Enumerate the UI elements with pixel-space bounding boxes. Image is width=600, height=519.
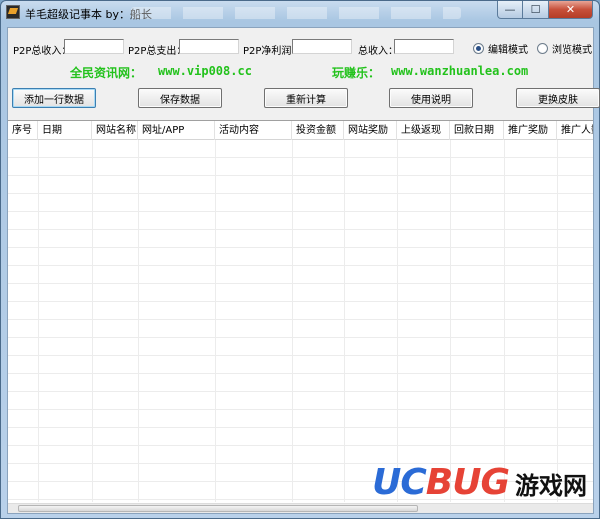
p2p-expense-input[interactable] <box>179 39 239 54</box>
data-grid[interactable]: 序号 日期 网站名称 网址/APP 活动内容 投资金额 网站奖励 上级返现 回款… <box>8 120 593 513</box>
column-divider <box>38 140 39 502</box>
window-controls: — ☐ ✕ <box>497 1 593 19</box>
promo-left-url[interactable]: www.vip008.cc <box>158 64 252 78</box>
edit-mode-label: 编辑模式 <box>488 45 528 56</box>
change-skin-button[interactable]: 更换皮肤 <box>516 88 600 108</box>
column-divider <box>557 140 558 502</box>
p2p-expense-label: P2P总支出： <box>128 46 187 57</box>
column-header[interactable]: 上级返现 <box>397 121 450 140</box>
column-divider <box>450 140 451 502</box>
column-header[interactable]: 网站名称 <box>92 121 138 140</box>
app-window: 羊毛超级记事本 by：船长 — ☐ ✕ P2P总收入： P2P总支出： P2P净… <box>0 0 600 519</box>
recalculate-button[interactable]: 重新计算 <box>264 88 348 108</box>
horizontal-scrollbar[interactable] <box>8 503 593 513</box>
minimize-button[interactable]: — <box>497 1 523 19</box>
p2p-income-input[interactable] <box>64 39 124 54</box>
radio-unselected-icon <box>537 43 548 54</box>
column-header[interactable]: 推广奖励 <box>504 121 557 140</box>
column-divider <box>344 140 345 502</box>
column-header[interactable]: 投资金额 <box>292 121 344 140</box>
promo-left-name: 全民资讯网： <box>70 66 143 80</box>
column-header[interactable]: 序号 <box>8 121 38 140</box>
grid-header: 序号 日期 网站名称 网址/APP 活动内容 投资金额 网站奖励 上级返现 回款… <box>8 121 593 140</box>
watermark-logo: UC BUG 游戏网 <box>372 462 587 503</box>
column-divider <box>138 140 139 502</box>
grid-rows[interactable] <box>8 140 593 502</box>
column-header[interactable]: 活动内容 <box>215 121 292 140</box>
browse-mode-radio[interactable]: 浏览模式 <box>537 41 592 56</box>
column-header[interactable]: 网址/APP <box>138 121 215 140</box>
radio-selected-icon <box>473 43 484 54</box>
maximize-button[interactable]: ☐ <box>523 1 549 19</box>
column-header[interactable]: 回款日期 <box>450 121 504 140</box>
title-bar-blur <box>131 7 461 19</box>
scrollbar-thumb[interactable] <box>18 505 418 512</box>
p2p-profit-input[interactable] <box>292 39 352 54</box>
edit-mode-radio[interactable]: 编辑模式 <box>473 41 528 56</box>
promo-right-name: 玩赚乐： <box>332 66 381 80</box>
column-divider <box>92 140 93 502</box>
promo-right-url[interactable]: www.wanzhuanlea.com <box>391 64 528 78</box>
browse-mode-label: 浏览模式 <box>552 45 592 56</box>
p2p-income-label: P2P总收入： <box>13 46 72 57</box>
close-button[interactable]: ✕ <box>549 1 593 19</box>
column-divider <box>504 140 505 502</box>
column-divider <box>215 140 216 502</box>
column-header[interactable]: 推广人数 <box>557 121 593 140</box>
column-divider <box>397 140 398 502</box>
title-bar[interactable]: 羊毛超级记事本 by：船长 — ☐ ✕ <box>1 1 599 25</box>
watermark-bug: BUG <box>425 462 510 503</box>
add-row-button[interactable]: 添加一行数据 <box>12 88 96 108</box>
app-icon <box>6 5 20 19</box>
client-area: P2P总收入： P2P总支出： P2P净利润： 总收入： 编辑模式 浏览模式 全… <box>7 27 600 514</box>
column-header[interactable]: 网站奖励 <box>344 121 397 140</box>
total-income-input[interactable] <box>394 39 454 54</box>
save-button[interactable]: 保存数据 <box>138 88 222 108</box>
total-income-label: 总收入： <box>358 46 398 57</box>
watermark-uc: UC <box>372 462 427 503</box>
column-divider <box>292 140 293 502</box>
help-button[interactable]: 使用说明 <box>389 88 473 108</box>
watermark-cn: 游戏网 <box>515 471 587 500</box>
column-header[interactable]: 日期 <box>38 121 92 140</box>
